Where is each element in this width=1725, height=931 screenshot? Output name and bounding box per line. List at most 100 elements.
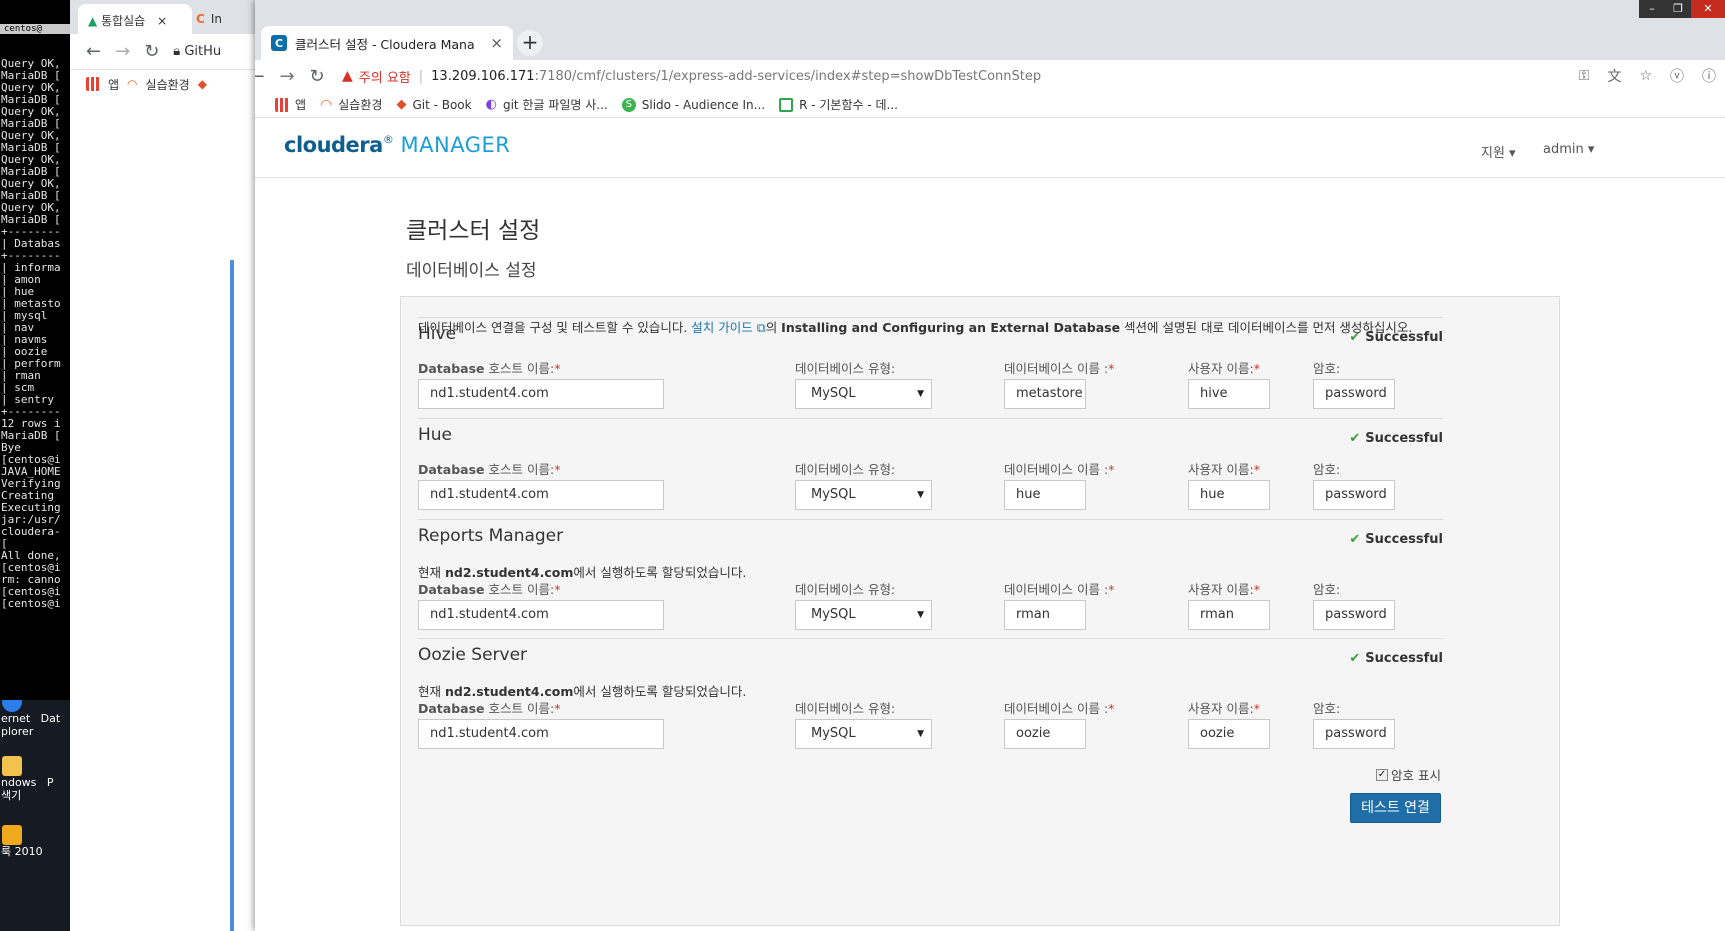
- db-user-input[interactable]: hive: [1188, 379, 1270, 409]
- show-password-checkbox[interactable]: ✓: [1376, 768, 1388, 781]
- check-icon: ✔: [1349, 330, 1361, 345]
- maximize-icon[interactable]: ❐: [1665, 0, 1691, 18]
- section-title: Hive: [418, 324, 457, 344]
- section-divider: [418, 519, 1443, 520]
- apps-icon: [86, 77, 100, 91]
- db-type-value: MySQL: [811, 607, 856, 622]
- user-label-text: 사용자 이름:: [1188, 701, 1254, 716]
- bg-tab-2[interactable]: C In: [196, 8, 222, 30]
- cloudera-favicon-icon: C: [271, 35, 287, 51]
- bookmark-r-functions[interactable]: R - 기본함수 - 데...: [779, 96, 898, 113]
- db-type-select[interactable]: MySQL ▼: [795, 480, 932, 510]
- db-type-select[interactable]: MySQL ▼: [795, 719, 932, 749]
- chevron-down-icon: ▼: [917, 389, 924, 399]
- db-name-label: 데이터베이스 이름 :*: [1004, 358, 1114, 377]
- db-name-input[interactable]: oozie: [1004, 719, 1086, 749]
- host-label-prefix: Database: [418, 701, 485, 716]
- database-setup-panel: 데이터베이스 연결을 구성 및 테스트할 수 있습니다. 설치 가이드 ⧉의 I…: [400, 296, 1560, 926]
- required-mark: *: [554, 462, 561, 477]
- required-mark: *: [554, 701, 561, 716]
- extension-icon[interactable]: ⓥ: [1670, 66, 1684, 86]
- db-type-label-text: 데이터베이스 유형:: [795, 582, 896, 597]
- bookmark-lab-env[interactable]: ◠ 실습환경: [320, 96, 382, 113]
- bookmark-slido[interactable]: S Slido - Audience In...: [621, 97, 765, 112]
- page-subtitle: 데이터베이스 설정: [406, 261, 537, 281]
- desktop-icon-internet-explorer[interactable]: ernet Dat plorer: [0, 700, 70, 738]
- minimize-icon[interactable]: –: [1639, 0, 1665, 18]
- db-type-label-text: 데이터베이스 유형:: [795, 361, 896, 376]
- db-type-value: MySQL: [811, 487, 856, 502]
- password-label-text: 암호:: [1313, 582, 1341, 597]
- desktop-icon-outlook[interactable]: 룩 2010: [0, 825, 70, 858]
- extension-2-icon[interactable]: ⓘ: [1702, 66, 1716, 86]
- tab-strip: C 클러스터 설정 - Cloudera Mana × + – ❐ ✕: [255, 0, 1725, 60]
- forward-button[interactable]: →: [272, 66, 302, 87]
- user-label: 사용자 이름:*: [1188, 579, 1260, 598]
- db-name-input[interactable]: hue: [1004, 480, 1086, 510]
- required-mark: *: [1108, 361, 1115, 376]
- bg-tab-active[interactable]: ▲ 통합실습 ×: [78, 4, 192, 34]
- section-divider: [418, 638, 1443, 639]
- admin-menu[interactable]: admin ▾: [1543, 142, 1594, 157]
- new-tab-button[interactable]: +: [517, 30, 543, 56]
- drive-icon: ▲: [88, 14, 98, 28]
- env-icon: ◠: [127, 77, 138, 91]
- host-label-prefix: Database: [418, 462, 485, 477]
- bookmark-apps[interactable]: 앱: [275, 96, 306, 113]
- git-icon: ◆: [396, 97, 407, 112]
- reload-icon[interactable]: ↻: [144, 41, 159, 62]
- tab-close-icon[interactable]: ×: [490, 34, 503, 52]
- db-type-select[interactable]: MySQL ▼: [795, 600, 932, 630]
- db-user-input[interactable]: hue: [1188, 480, 1270, 510]
- db-password-input[interactable]: password: [1313, 379, 1395, 409]
- translate-icon[interactable]: 文: [1607, 66, 1621, 86]
- user-label-text: 사용자 이름:: [1188, 462, 1254, 477]
- support-menu[interactable]: 지원 ▾: [1481, 142, 1516, 161]
- db-user-input[interactable]: oozie: [1188, 719, 1270, 749]
- db-host-input[interactable]: nd1.student4.com: [418, 719, 664, 749]
- db-password-input[interactable]: password: [1313, 600, 1395, 630]
- bg-tab-close-icon[interactable]: ×: [157, 14, 167, 28]
- db-type-select[interactable]: MySQL ▼: [795, 379, 932, 409]
- host-label: Database 호스트 이름:*: [418, 698, 560, 717]
- forward-icon[interactable]: →: [115, 41, 130, 62]
- bookmark-git-book[interactable]: ◆ Git - Book: [396, 97, 471, 112]
- db-user-input[interactable]: rman: [1188, 600, 1270, 630]
- back-button[interactable]: ←: [255, 66, 272, 87]
- note-suffix: 에서 실행하도록 할당되었습니다.: [573, 565, 747, 580]
- db-host-input[interactable]: nd1.student4.com: [418, 600, 664, 630]
- db-host-input[interactable]: nd1.student4.com: [418, 379, 664, 409]
- chevron-down-icon: ▼: [917, 610, 924, 620]
- host-label-suffix: 호스트 이름:: [484, 701, 555, 716]
- close-window-icon[interactable]: ✕: [1691, 0, 1725, 18]
- bg-omnibox[interactable]: 🔒︎ GitHu: [173, 44, 221, 59]
- db-host-input[interactable]: nd1.student4.com: [418, 480, 664, 510]
- user-label: 사용자 이름:*: [1188, 698, 1260, 717]
- db-name-input[interactable]: metastore: [1004, 379, 1086, 409]
- tab-cluster-setup[interactable]: C 클러스터 설정 - Cloudera Mana ×: [261, 26, 513, 60]
- db-password-input[interactable]: password: [1313, 719, 1395, 749]
- background-browser-window[interactable]: ▲ 통합실습 × C In ← → ↻ 🔒︎ GitHu 앱 ◠ 실습환경 ◆: [70, 0, 255, 931]
- key-icon[interactable]: ⚿: [1579, 68, 1590, 84]
- desktop-icon-explorer[interactable]: ndows P 색기: [0, 756, 70, 802]
- host-label-prefix: Database: [418, 582, 485, 597]
- bg-bookmarks-bar: 앱 ◠ 실습환경 ◆: [70, 70, 255, 98]
- db-password-input[interactable]: password: [1313, 480, 1395, 510]
- star-icon[interactable]: ☆: [1639, 68, 1652, 84]
- db-type-label: 데이터베이스 유형:: [795, 698, 895, 717]
- note-host: nd2.student4.com: [444, 565, 574, 580]
- terminal-output: Query OK, MariaDB [Query OK, MariaDB [Quer…: [0, 58, 70, 610]
- db-name-input[interactable]: rman: [1004, 600, 1086, 630]
- test-connection-button[interactable]: 테스트 연결: [1350, 793, 1441, 823]
- address-bar[interactable]: ▲ 주의 요함 | 13.209.106.171:7180/cmf/cluste…: [342, 62, 1722, 90]
- password-label: 암호:: [1313, 579, 1340, 598]
- bookmark-git-korean[interactable]: ◐ git 한글 파일명 사...: [486, 96, 608, 113]
- back-icon[interactable]: ←: [86, 41, 101, 62]
- status-text: Successful: [1365, 330, 1443, 345]
- host-label: Database 호스트 이름:*: [418, 358, 560, 377]
- password-label: 암호:: [1313, 698, 1340, 717]
- reload-button[interactable]: ↻: [302, 66, 332, 87]
- show-password-toggle[interactable]: ✓ 암호 표시: [1376, 765, 1441, 784]
- security-warning[interactable]: 주의 요함: [359, 67, 411, 86]
- cloudera-manager-logo[interactable]: cloudera® MANAGER: [284, 133, 510, 157]
